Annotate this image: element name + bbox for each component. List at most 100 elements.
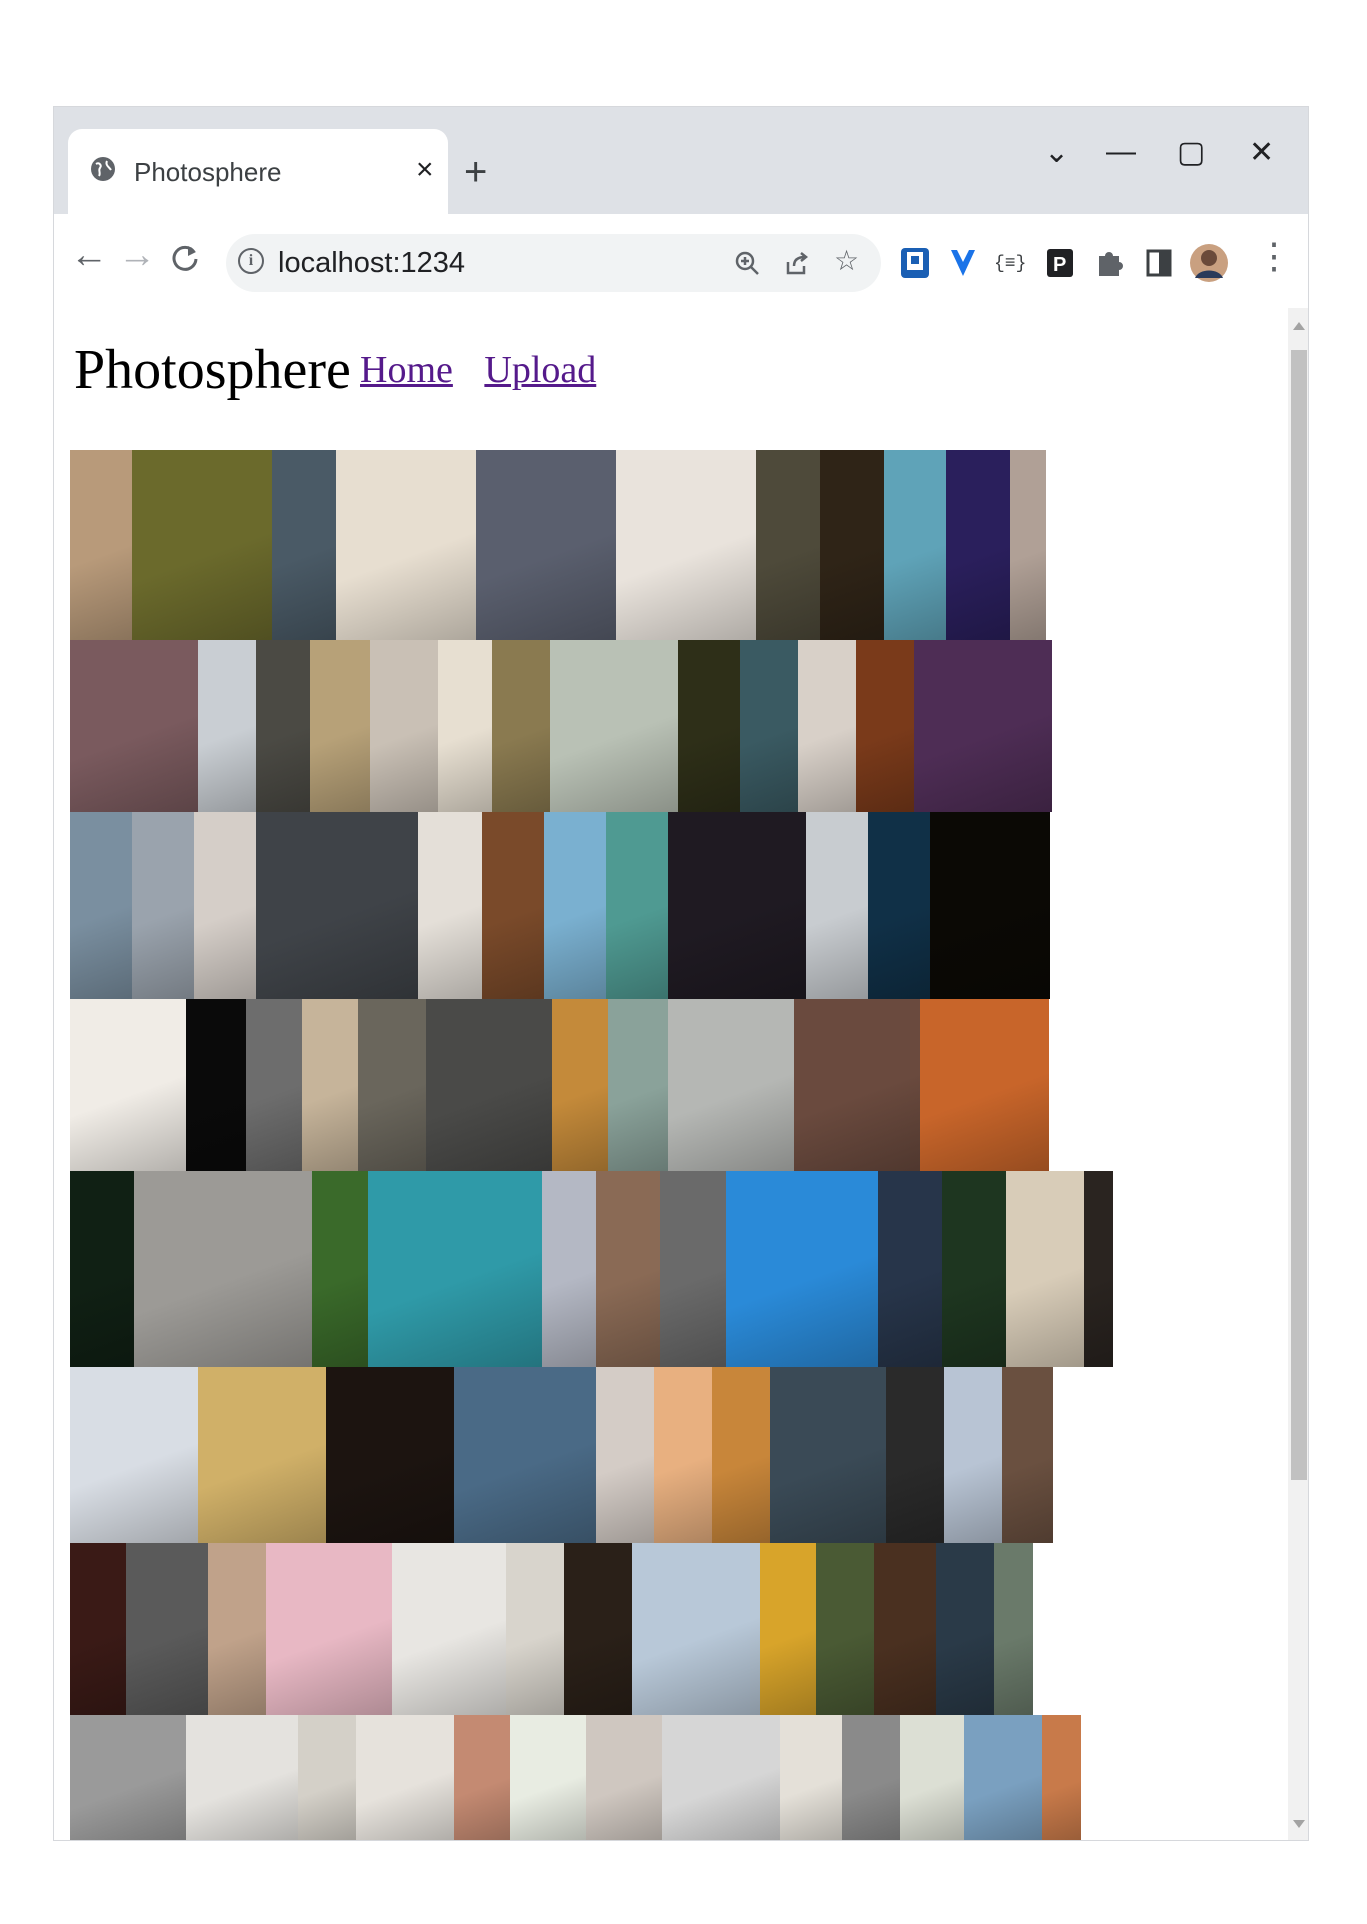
gallery-photo[interactable] bbox=[438, 640, 492, 812]
gallery-photo[interactable] bbox=[454, 1715, 510, 1840]
gallery-photo[interactable] bbox=[544, 812, 606, 999]
gallery-photo[interactable] bbox=[198, 1367, 326, 1543]
scroll-down-arrow-icon[interactable] bbox=[1293, 1820, 1305, 1828]
scroll-up-arrow-icon[interactable] bbox=[1293, 322, 1305, 330]
gallery-photo[interactable] bbox=[368, 1171, 542, 1367]
gallery-photo[interactable] bbox=[1084, 1171, 1113, 1367]
gallery-photo[interactable] bbox=[198, 640, 256, 812]
gallery-photo[interactable] bbox=[660, 1171, 726, 1367]
side-panel-icon[interactable] bbox=[1143, 246, 1175, 280]
gallery-photo[interactable] bbox=[654, 1367, 712, 1543]
gallery-photo[interactable] bbox=[298, 1715, 356, 1840]
tab-close-button[interactable]: × bbox=[416, 153, 434, 187]
gallery-photo[interactable] bbox=[726, 1171, 878, 1367]
gallery-photo[interactable] bbox=[542, 1171, 596, 1367]
vue-devtools-icon[interactable] bbox=[947, 246, 979, 280]
gallery-photo[interactable] bbox=[418, 812, 482, 999]
gallery-photo[interactable] bbox=[370, 640, 438, 812]
gallery-photo[interactable] bbox=[740, 640, 798, 812]
gallery-photo[interactable] bbox=[596, 1171, 660, 1367]
gallery-photo[interactable] bbox=[550, 640, 678, 812]
profile-avatar-icon[interactable] bbox=[1189, 240, 1229, 286]
gallery-photo[interactable] bbox=[886, 1367, 944, 1543]
gallery-photo[interactable] bbox=[476, 450, 616, 640]
gallery-photo[interactable] bbox=[816, 1543, 874, 1715]
gallery-photo[interactable] bbox=[70, 1715, 186, 1840]
gallery-photo[interactable] bbox=[510, 1715, 586, 1840]
gallery-photo[interactable] bbox=[336, 450, 476, 640]
nav-link-home[interactable]: Home bbox=[360, 349, 453, 391]
gallery-photo[interactable] bbox=[358, 999, 426, 1171]
gallery-photo[interactable] bbox=[770, 1367, 886, 1543]
gallery-photo[interactable] bbox=[454, 1367, 596, 1543]
url-text[interactable]: localhost:1234 bbox=[278, 247, 465, 280]
gallery-photo[interactable] bbox=[186, 999, 246, 1171]
close-window-button[interactable]: ✕ bbox=[1249, 135, 1274, 170]
tab-search-button[interactable]: ⌄ bbox=[1044, 135, 1069, 170]
gallery-photo[interactable] bbox=[944, 1367, 1002, 1543]
gallery-photo[interactable] bbox=[920, 999, 1049, 1171]
gallery-photo[interactable] bbox=[930, 812, 1050, 999]
gallery-photo[interactable] bbox=[856, 640, 914, 812]
extension-badge-icon[interactable] bbox=[899, 246, 931, 280]
gallery-photo[interactable] bbox=[256, 640, 310, 812]
gallery-photo[interactable] bbox=[426, 999, 552, 1171]
gallery-photo[interactable] bbox=[552, 999, 608, 1171]
gallery-photo[interactable] bbox=[586, 1715, 662, 1840]
gallery-photo[interactable] bbox=[132, 812, 194, 999]
back-arrow-icon[interactable]: ← bbox=[70, 236, 108, 274]
gallery-photo[interactable] bbox=[608, 999, 668, 1171]
nav-link-upload[interactable]: Upload bbox=[484, 349, 596, 391]
gallery-photo[interactable] bbox=[936, 1543, 994, 1715]
gallery-photo[interactable] bbox=[616, 450, 756, 640]
gallery-photo[interactable] bbox=[302, 999, 358, 1171]
gallery-photo[interactable] bbox=[900, 1715, 964, 1840]
bookmark-star-icon[interactable]: ☆ bbox=[834, 244, 859, 277]
puzzle-extensions-icon[interactable] bbox=[1093, 246, 1125, 280]
gallery-photo[interactable] bbox=[256, 812, 418, 999]
gallery-photo[interactable] bbox=[70, 812, 132, 999]
gallery-photo[interactable] bbox=[482, 812, 544, 999]
gallery-photo[interactable] bbox=[1042, 1715, 1081, 1840]
gallery-photo[interactable] bbox=[942, 1171, 1006, 1367]
maximize-button[interactable]: ▢ bbox=[1177, 135, 1205, 170]
gallery-photo[interactable] bbox=[70, 999, 186, 1171]
gallery-photo[interactable] bbox=[780, 1715, 842, 1840]
gallery-photo[interactable] bbox=[994, 1543, 1033, 1715]
gallery-photo[interactable] bbox=[842, 1715, 900, 1840]
p-extension-icon[interactable]: P bbox=[1044, 246, 1076, 280]
forward-arrow-icon[interactable]: → bbox=[118, 236, 156, 274]
gallery-photo[interactable] bbox=[678, 640, 740, 812]
gallery-photo[interactable] bbox=[564, 1543, 632, 1715]
new-tab-button[interactable]: + bbox=[464, 152, 487, 192]
gallery-photo[interactable] bbox=[506, 1543, 564, 1715]
gallery-photo[interactable] bbox=[208, 1543, 266, 1715]
gallery-photo[interactable] bbox=[878, 1171, 942, 1367]
zoom-icon[interactable] bbox=[734, 250, 760, 276]
gallery-photo[interactable] bbox=[356, 1715, 454, 1840]
gallery-photo[interactable] bbox=[272, 450, 336, 640]
gallery-photo[interactable] bbox=[668, 812, 806, 999]
gallery-photo[interactable] bbox=[820, 450, 884, 640]
minimize-button[interactable]: — bbox=[1106, 135, 1136, 169]
gallery-photo[interactable] bbox=[70, 1367, 198, 1543]
gallery-photo[interactable] bbox=[1002, 1367, 1053, 1543]
address-bar[interactable]: i localhost:1234 ☆ bbox=[226, 234, 881, 292]
gallery-photo[interactable] bbox=[326, 1367, 454, 1543]
gallery-photo[interactable] bbox=[596, 1367, 654, 1543]
gallery-photo[interactable] bbox=[668, 999, 794, 1171]
gallery-photo[interactable] bbox=[134, 1171, 312, 1367]
gallery-photo[interactable] bbox=[312, 1171, 368, 1367]
info-icon[interactable]: i bbox=[238, 248, 264, 274]
gallery-photo[interactable] bbox=[246, 999, 302, 1171]
gallery-photo[interactable] bbox=[662, 1715, 780, 1840]
gallery-photo[interactable] bbox=[70, 450, 132, 640]
gallery-photo[interactable] bbox=[868, 812, 930, 999]
gallery-photo[interactable] bbox=[70, 640, 198, 812]
gallery-photo[interactable] bbox=[266, 1543, 392, 1715]
gallery-photo[interactable] bbox=[186, 1715, 298, 1840]
gallery-photo[interactable] bbox=[1010, 450, 1046, 640]
gallery-photo[interactable] bbox=[632, 1543, 760, 1715]
menu-kebab-icon[interactable]: ⋮ bbox=[1256, 238, 1292, 274]
gallery-photo[interactable] bbox=[914, 640, 1052, 812]
